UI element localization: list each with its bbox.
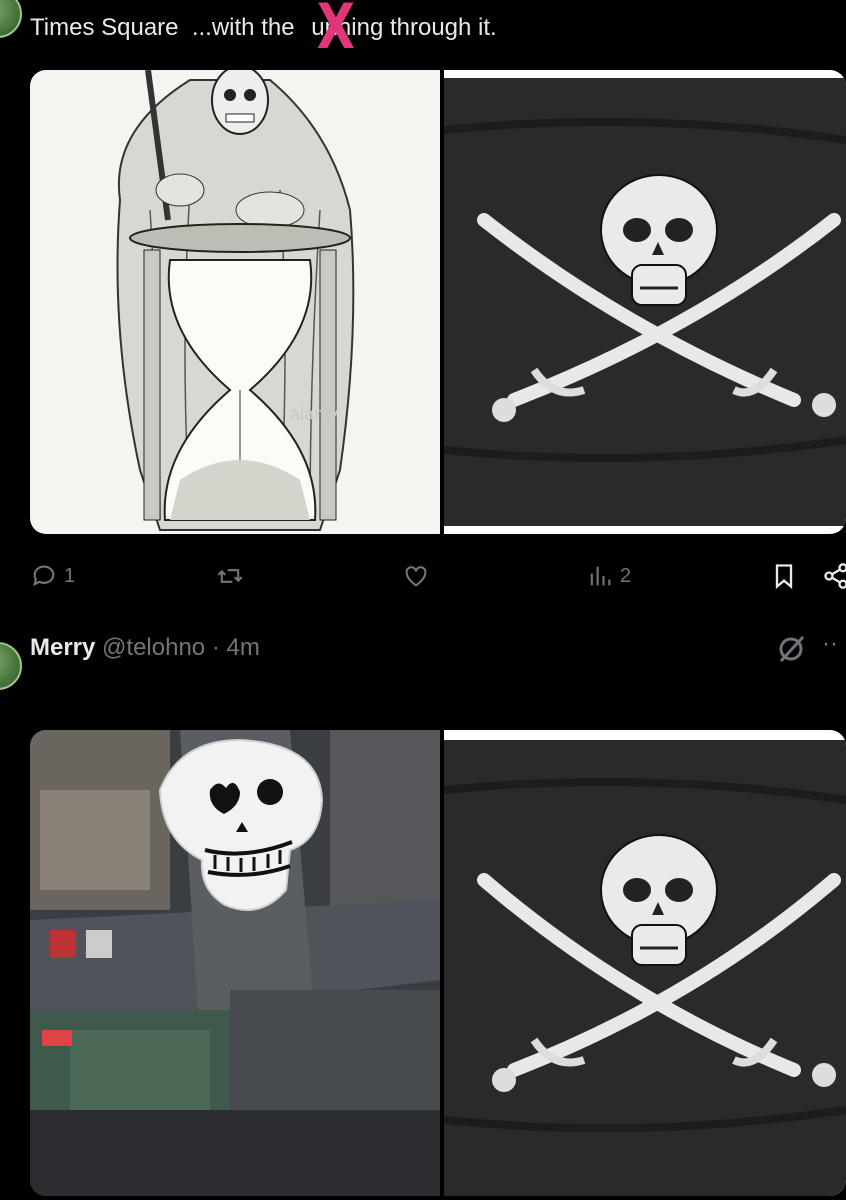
reply-icon (33, 565, 55, 587)
author-handle[interactable]: @telohno (102, 634, 205, 661)
x-logo-scribble: X (316, 0, 356, 63)
action-bar: 1 2 (30, 556, 846, 596)
views-icon (590, 566, 611, 586)
media-image-pirate-flag[interactable] (444, 70, 846, 534)
author-name[interactable]: Merry (30, 634, 95, 661)
repost-icon (217, 569, 243, 583)
media-image-pirate-flag[interactable] (444, 730, 846, 1196)
repost-button[interactable] (216, 562, 244, 590)
bookmark-button[interactable] (770, 562, 798, 590)
like-button[interactable] (402, 562, 430, 590)
tweet-text-start: Times Square ...with the (30, 14, 302, 41)
grok-icon[interactable] (776, 634, 806, 664)
share-icon (824, 563, 846, 589)
media-image-reaper[interactable]: alamy (30, 70, 440, 534)
media-grid: alamy (30, 70, 846, 534)
media-image-times-square[interactable] (30, 730, 440, 1196)
more-icon[interactable]: ·· (822, 630, 838, 658)
share-button[interactable] (822, 562, 846, 590)
views-count: 2 (620, 564, 632, 587)
post-header: Merry @telohno · 4m (30, 634, 260, 662)
avatar[interactable] (0, 642, 22, 690)
like-icon (405, 566, 427, 587)
bookmark-icon (775, 564, 793, 589)
reply-button[interactable]: 1 (30, 562, 75, 590)
views-button[interactable]: 2 (586, 562, 631, 590)
post-time[interactable]: 4m (227, 634, 260, 661)
tweet-text: Times Square ...with the unning through … (30, 14, 497, 42)
media-grid (30, 730, 846, 1196)
avatar[interactable] (0, 0, 22, 38)
header-separator: · (211, 634, 220, 661)
reply-count: 1 (64, 564, 76, 587)
svg-text:alamy: alamy (290, 404, 338, 424)
